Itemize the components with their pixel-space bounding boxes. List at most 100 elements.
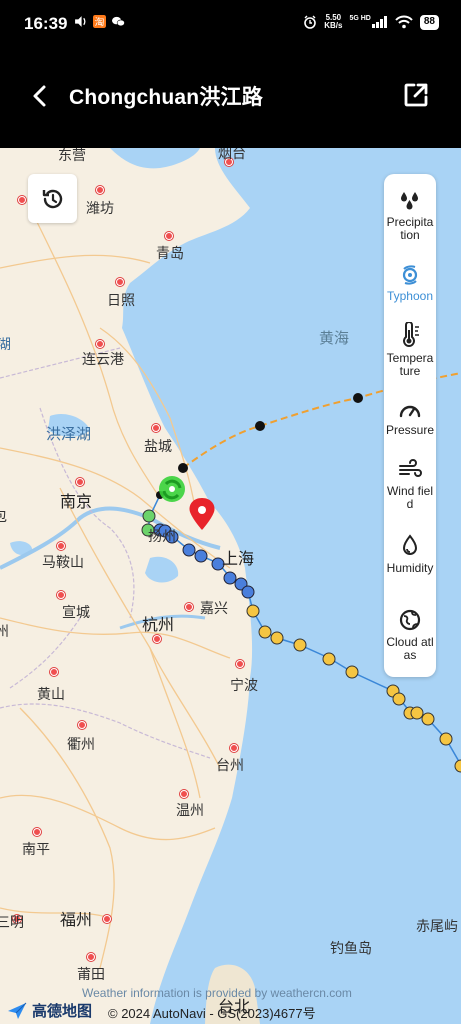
map-label: 青岛 [156,245,184,261]
wind-icon [399,459,422,477]
network-type: 5G HD [349,15,371,22]
copyright-text: © 2024 AutoNavi - GS(2023)4677号 [108,1006,316,1021]
city-marker [76,478,84,486]
layer-wind-field[interactable]: Wind field [384,459,436,511]
wifi-icon [395,15,413,29]
layer-precipitation[interactable]: Precipitation [384,190,436,242]
city-marker [96,186,104,194]
map-label: 烟台 [218,148,246,161]
map-label: 扬州 [148,528,176,544]
typhoon-icon [402,265,418,285]
layer-label: Pressure [385,423,435,437]
map-label: 三明 [0,914,24,930]
map-label: 南平 [22,841,50,857]
speed-unit: KB/s [324,21,343,30]
logo-text: 高德地图 [32,1003,93,1020]
layer-label: Precipitation [386,215,434,242]
map-label: 南京 [60,494,93,511]
city-marker [18,196,26,204]
track-point [142,509,156,523]
status-bar: 16:39 淘 5.50 KB/s 5G HD 88 [0,0,461,50]
track-point [178,463,188,473]
map-label: 黄海 [319,330,350,347]
layer-humidity[interactable]: Humidity [384,534,436,575]
layer-temperature[interactable]: Temperature [384,322,436,378]
page-title: Chongchuan洪江路 [69,86,263,109]
city-marker [57,591,65,599]
city-marker [87,953,95,961]
track-point [353,393,363,403]
map-label: 潍坊 [86,200,114,216]
map-label: 盐城 [144,438,172,454]
map-label: 洪泽湖 [46,426,92,443]
status-notification-icons: 淘 [74,15,125,28]
layer-label: Humidity [386,561,434,575]
map-label: 杭州 [142,617,175,634]
map-label: 包 [0,506,7,526]
map-label: 马鞍山 [42,554,84,570]
map-label: 福州 [60,912,93,929]
app-notification-icon: 淘 [93,15,106,28]
alarm-icon [304,15,317,29]
header: Chongchuan洪江路 [0,50,461,148]
map-label: 衢州 [67,736,95,752]
map-label: 温州 [176,802,204,818]
external-link-icon[interactable] [401,80,431,110]
layer-label: Wind field [386,484,433,511]
amap-arrow-icon [8,1002,27,1019]
layer-pressure[interactable]: Pressure [384,400,436,437]
map-label: 东营 [58,148,86,163]
map-label: 黄山 [37,686,65,702]
bohai-sea [110,148,200,169]
city-marker [103,915,111,923]
track-point [255,421,265,431]
raindrops-icon [401,192,418,210]
city-marker [185,603,193,611]
history-button[interactable] [28,174,77,223]
city-marker [78,721,86,729]
map-label: 宁波 [230,677,258,693]
city-marker [96,340,104,348]
chevron-left-icon[interactable] [26,82,54,110]
city-marker [50,668,58,676]
map-label: 莆田 [77,966,105,982]
map-label: 钓鱼岛 [330,940,372,956]
map-label: 日照 [107,292,135,308]
map-view[interactable]: 东营 烟台 潍坊 青岛 日照 连云港 黄海 洪泽湖 盐城 南京 扬州 上海 马鞍… [0,148,461,1024]
layer-typhoon[interactable]: Typhoon [384,264,436,303]
yangtze-river [0,506,221,570]
svg-text:淘: 淘 [95,15,105,28]
tai-lake [145,556,179,583]
typhoon-current-icon [159,476,185,502]
city-marker [236,660,244,668]
map-label: 州 [0,623,9,639]
location-pin-icon [189,498,215,530]
city-marker [57,542,65,550]
status-system-icons: 5.50 KB/s 5G HD 88 [303,14,439,30]
humidity-drop-icon [402,534,418,555]
city-marker [165,232,173,240]
city-marker [180,790,188,798]
layer-cloud-atlas[interactable]: Cloud atlas [384,608,436,662]
volume-icon [75,16,86,27]
city-marker [33,828,41,836]
layer-label: Cloud atlas [386,635,434,662]
signal-icon: 5G HD [349,15,387,28]
layer-panel: Precipitation Typhoon Temperature Pressu… [384,174,436,677]
history-icon [42,189,62,208]
wechat-icon [112,16,125,27]
status-time: 16:39 [24,14,68,33]
thermometer-icon [403,322,419,347]
map-label: 宣城 [62,604,90,620]
layer-label: Typhoon [386,289,434,303]
layer-label: Temperature [386,351,434,378]
map-label: 嘉兴 [200,600,228,616]
map-label: 台州 [216,757,244,773]
map-label: 湖 [0,336,11,352]
battery-indicator: 88 [419,14,439,30]
city-marker [152,424,160,432]
city-marker [153,635,161,643]
map-label: 连云港 [82,351,124,367]
weather-credit: Weather information is provided by weath… [82,986,352,1000]
city-marker [230,744,238,752]
